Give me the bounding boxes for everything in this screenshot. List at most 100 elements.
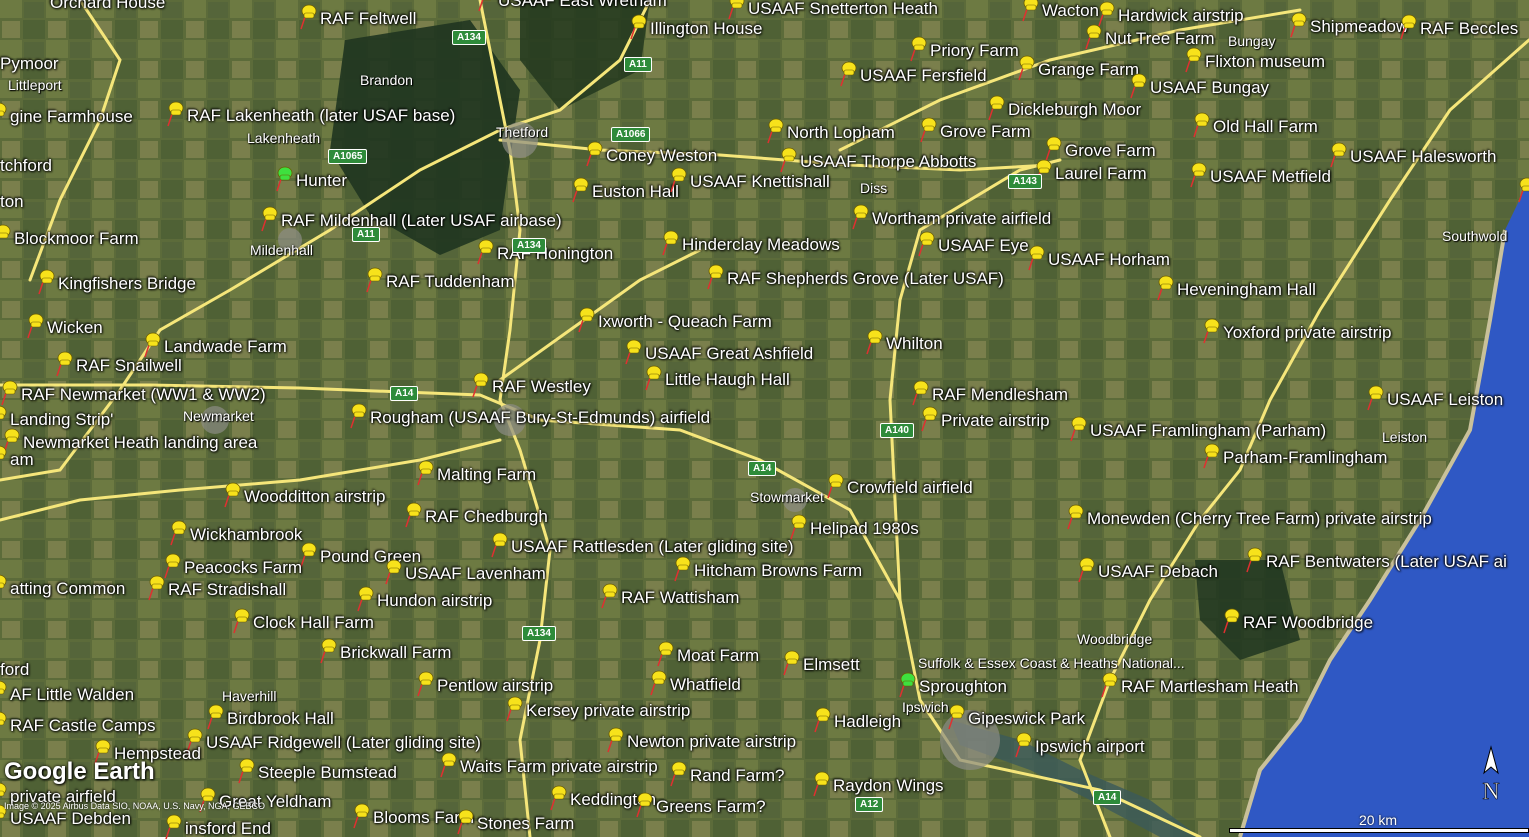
yellow-pushpin-icon[interactable] bbox=[1183, 47, 1205, 73]
place-label[interactable]: Rougham (USAAF Bury-St-Edmunds) airfield bbox=[370, 409, 710, 427]
yellow-pushpin-icon[interactable] bbox=[403, 502, 425, 528]
place-label[interactable]: Newmarket Heath landing area bbox=[23, 434, 257, 452]
place-label[interactable]: Dickleburgh Moor bbox=[1008, 101, 1141, 119]
place-label[interactable]: Grange Farm bbox=[1038, 61, 1139, 79]
place-label[interactable]: RAF Shepherds Grove (Later USAF) bbox=[727, 270, 1004, 288]
place-label[interactable]: RAF Bentwaters (Later USAF ai bbox=[1266, 553, 1507, 571]
place-label[interactable]: USAAF Metfield bbox=[1210, 168, 1331, 186]
green-pushpin-icon[interactable] bbox=[274, 166, 296, 192]
place-label[interactable]: Waits Farm private airstrip bbox=[460, 758, 658, 776]
place-label[interactable]: USAAF Bungay bbox=[1150, 79, 1269, 97]
yellow-pushpin-icon[interactable] bbox=[231, 608, 253, 634]
yellow-pushpin-icon[interactable] bbox=[351, 803, 373, 829]
place-label[interactable]: Birdbrook Hall bbox=[227, 710, 334, 728]
yellow-pushpin-icon[interactable] bbox=[1155, 275, 1177, 301]
yellow-pushpin-icon[interactable] bbox=[908, 36, 930, 62]
yellow-pushpin-icon[interactable] bbox=[919, 406, 941, 432]
yellow-pushpin-icon[interactable] bbox=[318, 638, 340, 664]
yellow-pushpin-icon[interactable] bbox=[781, 650, 803, 676]
yellow-pushpin-icon[interactable] bbox=[142, 332, 164, 358]
yellow-pushpin-icon[interactable] bbox=[599, 583, 621, 609]
yellow-pushpin-icon[interactable] bbox=[489, 532, 511, 558]
yellow-pushpin-icon[interactable] bbox=[1020, 0, 1042, 22]
yellow-pushpin-icon[interactable] bbox=[415, 671, 437, 697]
yellow-pushpin-icon[interactable] bbox=[1201, 318, 1223, 344]
place-label[interactable]: Landwade Farm bbox=[164, 338, 287, 356]
place-label[interactable]: USAAF Rattlesden (Later gliding site) bbox=[511, 538, 794, 556]
place-label[interactable]: Whilton bbox=[886, 335, 943, 353]
yellow-pushpin-icon[interactable] bbox=[726, 0, 748, 20]
place-label[interactable]: RAF Newmarket (WW1 & WW2) bbox=[21, 386, 266, 404]
yellow-pushpin-icon[interactable] bbox=[946, 704, 968, 730]
yellow-pushpin-icon[interactable] bbox=[364, 267, 386, 293]
place-label[interactable]: tchford bbox=[0, 157, 52, 175]
yellow-pushpin-icon[interactable] bbox=[0, 445, 10, 471]
yellow-pushpin-icon[interactable] bbox=[705, 264, 727, 290]
yellow-pushpin-icon[interactable] bbox=[0, 574, 10, 600]
yellow-pushpin-icon[interactable] bbox=[165, 101, 187, 127]
yellow-pushpin-icon[interactable] bbox=[415, 460, 437, 486]
yellow-pushpin-icon[interactable] bbox=[1188, 162, 1210, 188]
place-label[interactable]: Rand Farm? bbox=[690, 767, 784, 785]
place-label[interactable]: Raydon Wings bbox=[833, 777, 944, 795]
place-label[interactable]: Kingfishers Bridge bbox=[58, 275, 196, 293]
yellow-pushpin-icon[interactable] bbox=[825, 473, 847, 499]
yellow-pushpin-icon[interactable] bbox=[259, 206, 281, 232]
place-label[interactable]: Whatfield bbox=[670, 676, 741, 694]
yellow-pushpin-icon[interactable] bbox=[812, 707, 834, 733]
yellow-pushpin-icon[interactable] bbox=[455, 809, 477, 835]
yellow-pushpin-icon[interactable] bbox=[1191, 112, 1213, 138]
place-label[interactable]: USAAF Debach bbox=[1098, 563, 1218, 581]
place-label[interactable]: RAF Castle Camps bbox=[10, 717, 155, 735]
yellow-pushpin-icon[interactable] bbox=[348, 403, 370, 429]
place-label[interactable]: Wacton bbox=[1042, 2, 1099, 20]
place-label[interactable]: Stones Farm bbox=[477, 815, 574, 833]
place-label[interactable]: USAAF Snetterton Heath bbox=[748, 0, 938, 18]
place-label[interactable]: Wickhambrook bbox=[190, 526, 302, 544]
yellow-pushpin-icon[interactable] bbox=[1201, 443, 1223, 469]
yellow-pushpin-icon[interactable] bbox=[1398, 14, 1420, 40]
north-arrow[interactable]: N bbox=[1476, 745, 1506, 805]
yellow-pushpin-icon[interactable] bbox=[25, 313, 47, 339]
place-label[interactable]: USAAF Framlingham (Parham) bbox=[1090, 422, 1326, 440]
place-label[interactable]: Old Hall Farm bbox=[1213, 118, 1318, 136]
yellow-pushpin-icon[interactable] bbox=[668, 761, 690, 787]
place-label[interactable]: Flixton museum bbox=[1205, 53, 1325, 71]
yellow-pushpin-icon[interactable] bbox=[1221, 608, 1243, 634]
yellow-pushpin-icon[interactable] bbox=[0, 224, 14, 250]
yellow-pushpin-icon[interactable] bbox=[0, 711, 10, 737]
place-label[interactable]: Grove Farm bbox=[940, 123, 1031, 141]
place-label[interactable]: Elmsett bbox=[803, 656, 860, 674]
place-label[interactable]: USAAF Thorpe Abbotts bbox=[800, 153, 976, 171]
yellow-pushpin-icon[interactable] bbox=[54, 351, 76, 377]
yellow-pushpin-icon[interactable] bbox=[236, 758, 258, 784]
place-label[interactable]: Hadleigh bbox=[834, 713, 901, 731]
yellow-pushpin-icon[interactable] bbox=[838, 61, 860, 87]
yellow-pushpin-icon[interactable] bbox=[548, 785, 570, 811]
yellow-pushpin-icon[interactable] bbox=[383, 559, 405, 585]
place-label[interactable]: Woodditton airstrip bbox=[244, 488, 385, 506]
place-label[interactable]: RAF Snailwell bbox=[76, 357, 182, 375]
yellow-pushpin-icon[interactable] bbox=[1365, 385, 1387, 411]
place-label[interactable]: Landing Strip' bbox=[10, 411, 113, 429]
yellow-pushpin-icon[interactable] bbox=[1244, 547, 1266, 573]
place-label[interactable]: gine Farmhouse bbox=[10, 108, 133, 126]
yellow-pushpin-icon[interactable] bbox=[655, 641, 677, 667]
yellow-pushpin-icon[interactable] bbox=[205, 704, 227, 730]
yellow-pushpin-icon[interactable] bbox=[1065, 504, 1087, 530]
place-label[interactable]: USAAF Eye bbox=[938, 237, 1029, 255]
yellow-pushpin-icon[interactable] bbox=[605, 727, 627, 753]
yellow-pushpin-icon[interactable] bbox=[576, 307, 598, 333]
place-label[interactable]: USAAF Great Ashfield bbox=[645, 345, 813, 363]
place-label[interactable]: RAF Beccles bbox=[1420, 20, 1518, 38]
place-label[interactable]: Peacocks Farm bbox=[184, 559, 302, 577]
yellow-pushpin-icon[interactable] bbox=[0, 102, 10, 128]
place-label[interactable]: RAF Martlesham Heath bbox=[1121, 678, 1299, 696]
yellow-pushpin-icon[interactable] bbox=[1068, 416, 1090, 442]
place-label[interactable]: Heveningham Hall bbox=[1177, 281, 1316, 299]
yellow-pushpin-icon[interactable] bbox=[628, 14, 650, 40]
place-label[interactable]: Monewden (Cherry Tree Farm) private airs… bbox=[1087, 510, 1432, 528]
yellow-pushpin-icon[interactable] bbox=[1076, 557, 1098, 583]
yellow-pushpin-icon[interactable] bbox=[643, 365, 665, 391]
yellow-pushpin-icon[interactable] bbox=[1516, 177, 1529, 203]
